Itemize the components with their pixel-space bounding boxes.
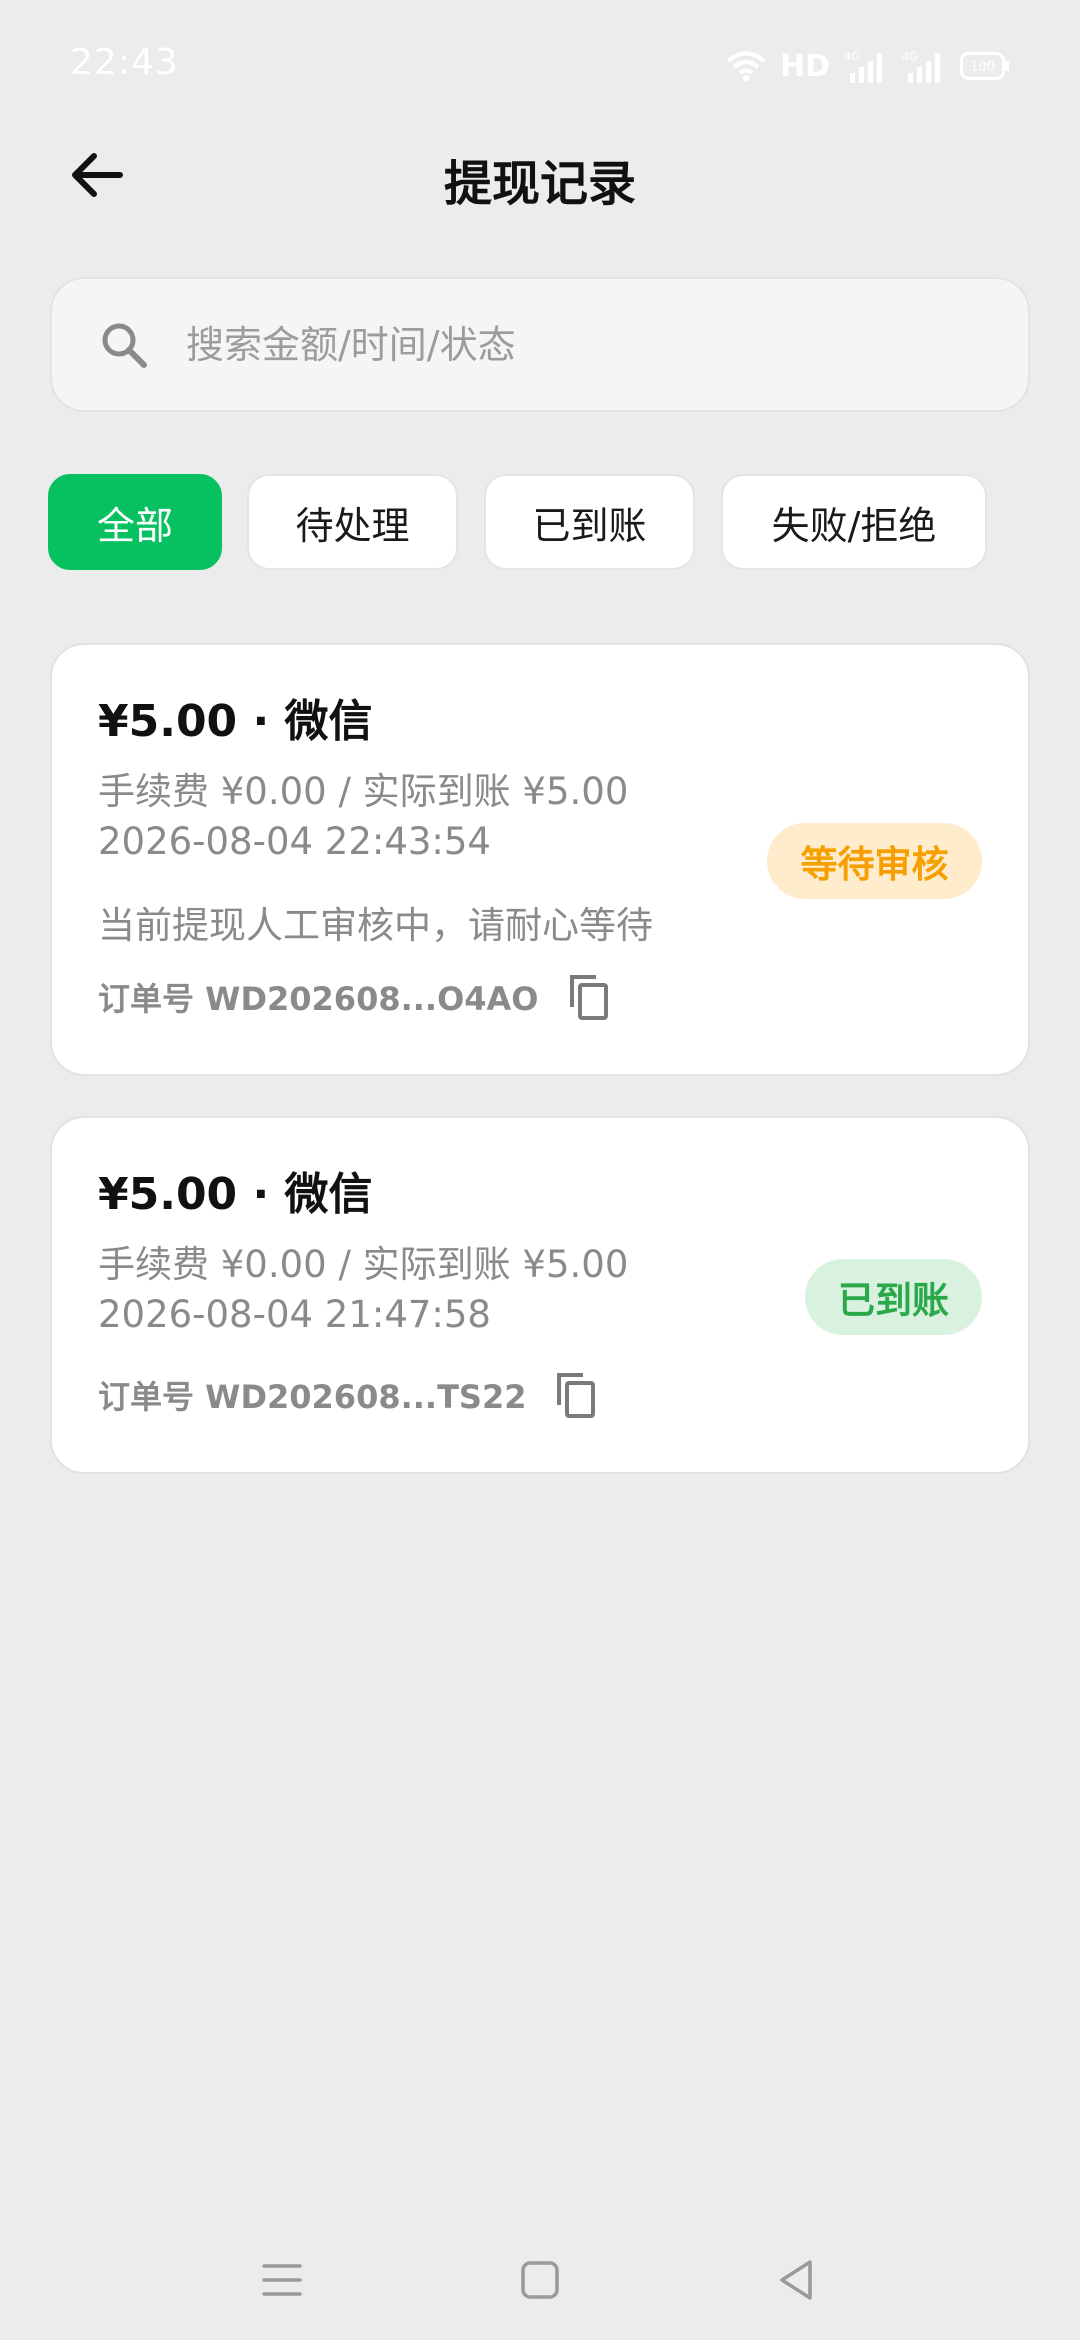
status-time: 22:43 (70, 42, 179, 83)
search-icon (98, 319, 150, 371)
status-icons: HD 4G 4G 100 (726, 46, 1010, 86)
signal-icon: 4G (902, 49, 946, 83)
status-bar: 22:43 HD 4G 4G 100 (0, 0, 1080, 130)
withdrawal-record-card[interactable]: ¥5.00 · 微信 手续费 ¥0.00 / 实际到账 ¥5.00 2026-0… (50, 643, 1030, 1076)
record-fee-line: 手续费 ¥0.00 / 实际到账 ¥5.00 (98, 1243, 629, 1286)
nav-menu-button[interactable] (252, 2250, 312, 2310)
menu-icon (262, 2264, 302, 2296)
tab-all[interactable]: 全部 (48, 474, 222, 570)
copy-icon (557, 1373, 596, 1418)
status-badge: 等待审核 (767, 823, 982, 899)
copy-order-button[interactable] (565, 971, 613, 1023)
network-hd-label: HD (779, 48, 830, 84)
home-square-icon (521, 2261, 559, 2299)
tab-completed[interactable]: 已到账 (484, 474, 695, 570)
signal-icon: 4G (844, 49, 888, 83)
nav-back-button[interactable] (766, 2250, 826, 2310)
record-order-number: 订单号 WD202608...O4AO (98, 980, 539, 1018)
header: 提现记录 (0, 130, 1080, 220)
page-title: 提现记录 (443, 156, 636, 212)
signal-label: 4G (844, 50, 860, 63)
record-amount-title: ¥5.00 · 微信 (98, 696, 373, 747)
status-badge: 已到账 (805, 1259, 982, 1335)
record-fee-line: 手续费 ¥0.00 / 实际到账 ¥5.00 (98, 770, 629, 813)
search-box[interactable] (50, 277, 1030, 412)
wifi-icon (726, 50, 766, 82)
nav-home-button[interactable] (510, 2250, 570, 2310)
copy-icon (569, 975, 608, 1020)
withdrawal-record-card[interactable]: ¥5.00 · 微信 手续费 ¥0.00 / 实际到账 ¥5.00 2026-0… (50, 1116, 1030, 1474)
screen: 22:43 HD 4G 4G 100 提现记录 搜索金额/时间/状态 全部 待处… (0, 0, 1080, 2340)
copy-order-button[interactable] (552, 1369, 600, 1421)
triangle-back-icon (780, 2260, 812, 2300)
tab-failed-rejected[interactable]: 失败/拒绝 (721, 474, 987, 570)
record-order-number: 订单号 WD202608...TS22 (98, 1378, 527, 1416)
record-time: 2026-08-04 22:43:54 (98, 820, 491, 863)
record-note: 当前提现人工审核中，请耐心等待 (98, 904, 653, 947)
tab-pending[interactable]: 待处理 (247, 474, 458, 570)
search-input[interactable] (186, 304, 1028, 385)
battery-icon: 100 (960, 52, 1010, 80)
record-amount-title: ¥5.00 · 微信 (98, 1169, 373, 1220)
battery-level: 100 (970, 60, 995, 75)
system-nav-bar (0, 2230, 1080, 2340)
record-time: 2026-08-04 21:47:58 (98, 1293, 491, 1336)
record-order: 订单号 WD202608...O4AO (98, 971, 613, 1023)
signal-label: 4G (902, 50, 918, 63)
record-order: 订单号 WD202608...TS22 (98, 1369, 600, 1421)
